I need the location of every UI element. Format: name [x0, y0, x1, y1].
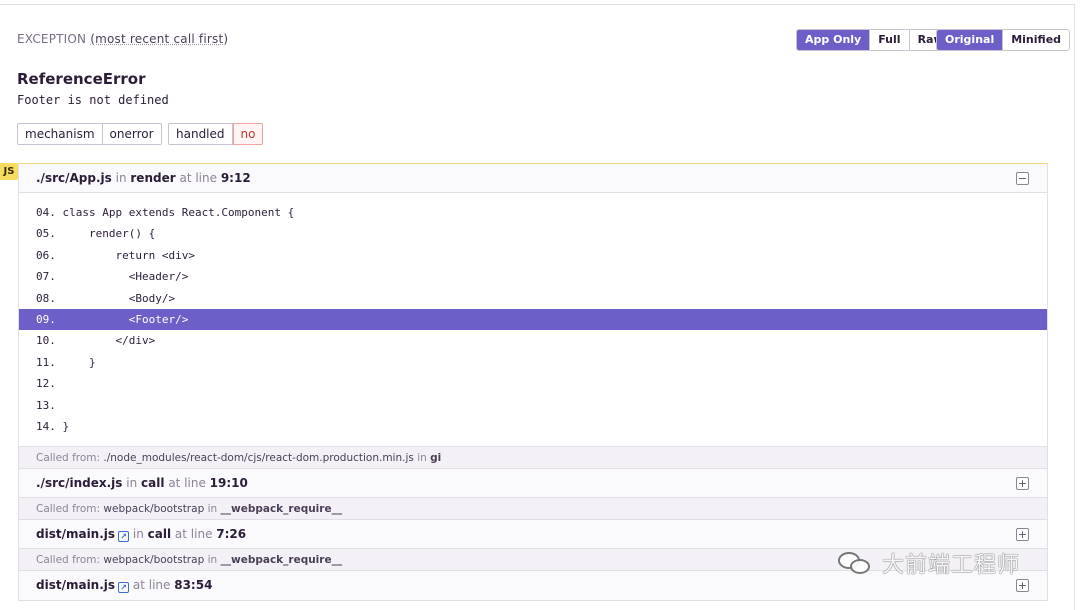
frame-line-number: 19:10: [209, 476, 248, 491]
called-from-function: gi: [430, 452, 442, 465]
watermark: 大前端工程师: [838, 547, 1020, 579]
code-line: 11. }: [36, 355, 96, 369]
called-from-label: Called from:: [36, 503, 101, 516]
expand-icon[interactable]: +: [1016, 528, 1029, 542]
code-line: 08. <Body/>: [36, 291, 176, 305]
frame-function: call: [141, 476, 165, 491]
called-from-in: in: [207, 554, 218, 567]
called-from-module: ./node_modules/react-dom/cjs/react-dom.p…: [103, 452, 414, 465]
code-line: 05. render() {: [36, 227, 156, 241]
code-line-highlighted: 09. <Footer/>: [19, 308, 1047, 331]
called-from-label: Called from:: [36, 452, 101, 465]
frame-function: call: [147, 527, 172, 542]
called-from-in: in: [207, 503, 218, 516]
external-link-icon[interactable]: ↗: [118, 582, 130, 594]
frame-function: render: [130, 171, 176, 185]
called-from-function: __webpack_require__: [220, 554, 343, 567]
frame-at-line-label: at line: [179, 171, 217, 185]
exception-title: EXCEPTION: [17, 32, 87, 46]
frame-row[interactable]: ./src/index.js in call at line 19:10 +: [19, 469, 1047, 499]
called-from-row: Called from: webpack/bootstrap in __webp…: [19, 498, 1047, 521]
called-from-row: Called from: ./node_modules/react-dom/cj…: [19, 447, 1047, 470]
mechanism-tag-key: mechanism: [18, 124, 103, 144]
app-only-button[interactable]: App Only: [797, 30, 870, 50]
collapse-icon[interactable]: −: [1016, 172, 1029, 185]
called-from-module: webpack/bootstrap: [103, 503, 205, 516]
expand-icon[interactable]: +: [1016, 477, 1029, 491]
code-line: 06. return <div>: [36, 248, 195, 262]
frame-in-label: in: [126, 476, 138, 491]
called-from-function: __webpack_require__: [220, 503, 343, 516]
frame-at-line-label: at line: [174, 527, 213, 542]
exception-header: EXCEPTION (most recent call first): [17, 32, 228, 46]
mechanism-tag-value: onerror: [109, 127, 154, 141]
original-button[interactable]: Original: [937, 30, 1003, 50]
full-button[interactable]: Full: [869, 30, 909, 50]
handled-tag-value: no: [232, 123, 264, 145]
platform-badge: JS: [0, 163, 18, 180]
code-line: 13.: [36, 398, 56, 412]
frame-at-line-label: at line: [132, 578, 171, 593]
called-from-in: in: [417, 452, 427, 465]
frame-file: dist/main.js: [36, 527, 116, 542]
code-line: 04. class App extends React.Component {: [36, 206, 295, 219]
code-line: 07. <Header/>: [36, 270, 189, 284]
code-line: 10. </div>: [36, 334, 156, 348]
handled-tag-key: handled: [169, 124, 233, 144]
frame-row[interactable]: ./src/App.js in render at line 9:12 −: [19, 164, 1047, 193]
stacktrace-view-toggle: App Only Full Raw: [796, 29, 953, 51]
code-line: 12.: [36, 377, 56, 391]
frame-line-number: 83:54: [174, 578, 213, 593]
frame-in-label: in: [115, 171, 127, 185]
error-message: Footer is not defined: [17, 93, 169, 107]
called-from-module: webpack/bootstrap: [103, 554, 205, 567]
error-type: ReferenceError: [17, 70, 146, 88]
frame-in-label: in: [132, 527, 144, 542]
code-context: 04. class App extends React.Component { 0…: [19, 193, 1047, 448]
stacktrace-frames: ./src/App.js in render at line 9:12 − 04…: [18, 163, 1048, 602]
frame-row[interactable]: dist/main.js ↗ in call at line 7:26 +: [19, 520, 1047, 550]
frame-line-number: 9:12: [220, 171, 251, 185]
wechat-icon: [838, 550, 874, 576]
frame-file: ./src/index.js: [36, 476, 123, 491]
source-view-toggle: Original Minified: [936, 29, 1071, 51]
frame-file: ./src/App.js: [36, 171, 112, 185]
frame-line-number: 7:26: [216, 527, 247, 542]
called-from-label: Called from:: [36, 554, 101, 567]
expand-icon[interactable]: +: [1016, 579, 1029, 593]
exception-subtitle[interactable]: (most recent call first): [90, 32, 228, 46]
mechanism-tag[interactable]: mechanism onerror: [17, 123, 162, 145]
minified-button[interactable]: Minified: [1002, 30, 1070, 50]
watermark-text: 大前端工程师: [882, 553, 1021, 578]
frame-file: dist/main.js: [36, 578, 116, 593]
code-line: 14. }: [36, 419, 70, 433]
frame-at-line-label: at line: [168, 476, 206, 491]
handled-tag[interactable]: handled no: [168, 123, 264, 145]
external-link-icon[interactable]: ↗: [118, 531, 130, 543]
